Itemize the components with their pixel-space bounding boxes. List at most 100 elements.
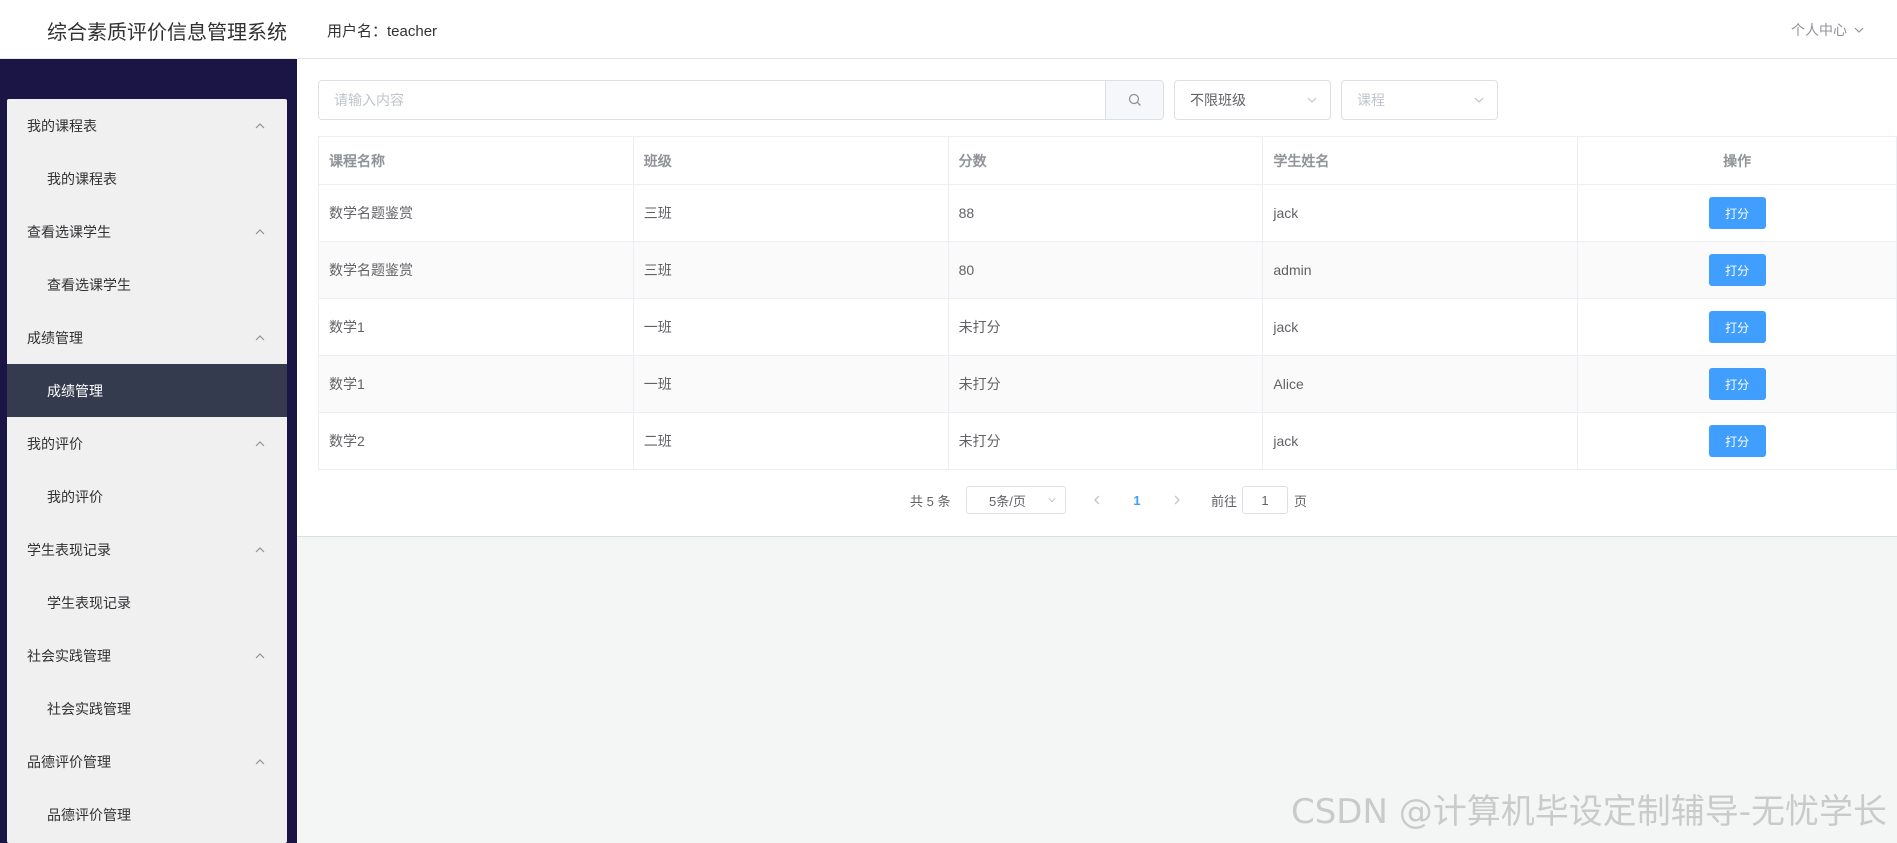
personal-center-label: 个人中心 (1791, 22, 1847, 38)
page-unit-label: 页 (1294, 493, 1308, 509)
score-button[interactable]: 打分 (1708, 425, 1766, 457)
menu-group-label: 我的课程表 (27, 117, 97, 134)
search-icon (1128, 93, 1141, 106)
chevron-down-icon (1854, 27, 1864, 33)
student-cell: jack (1263, 299, 1579, 356)
score-button[interactable]: 打分 (1708, 254, 1766, 286)
page-number-current[interactable]: 1 (1127, 486, 1147, 514)
search-input[interactable] (319, 81, 1105, 119)
menu-group-label: 我的评价 (27, 435, 83, 452)
class-cell: 二班 (633, 413, 949, 470)
menu-group-social-practice[interactable]: 社会实践管理 (7, 629, 287, 682)
menu-group-moral[interactable]: 品德评价管理 (7, 735, 287, 788)
table-row: 数学1 一班 未打分 Alice 打分 (319, 356, 1897, 413)
action-cell: 打分 (1578, 242, 1897, 299)
table-header-row: 课程名称 班级 分数 学生姓名 操作 (319, 137, 1897, 185)
class-cell: 三班 (633, 185, 949, 242)
pagination: 共 5 条 5条/页 1 前往 1 页 (297, 486, 1897, 514)
app-title: 综合素质评价信息管理系统 (47, 22, 287, 44)
menu-group-performance[interactable]: 学生表现记录 (7, 523, 287, 576)
menu-group-label: 学生表现记录 (27, 541, 111, 558)
watermark: CSDN @计算机毕设定制辅导-无忧学长 (1290, 792, 1887, 832)
main-panel: 不限班级 课程 课程名称 班级 分数 学生姓名 操作 数学名题鉴赏 三班 88 … (297, 59, 1897, 537)
page-size-value: 5条/页 (989, 493, 1026, 509)
course-cell: 数学1 (319, 299, 634, 356)
table-row: 数学名题鉴赏 三班 80 admin 打分 (319, 242, 1897, 299)
student-cell: admin (1263, 242, 1579, 299)
table-row: 数学1 一班 未打分 jack 打分 (319, 299, 1897, 356)
column-header: 操作 (1578, 137, 1897, 185)
course-cell: 数学1 (319, 356, 634, 413)
sidebar-item-performance[interactable]: 学生表现记录 (7, 576, 287, 629)
course-select[interactable]: 课程 (1341, 80, 1498, 120)
score-cell: 未打分 (948, 356, 1264, 413)
course-select-placeholder: 课程 (1357, 92, 1385, 108)
chevron-right-icon (1174, 495, 1180, 505)
menu-group-students[interactable]: 查看选课学生 (7, 205, 287, 258)
personal-center-menu[interactable]: 个人中心 (1791, 20, 1865, 40)
prev-page-button[interactable] (1087, 486, 1107, 514)
page-jump-input[interactable]: 1 (1242, 486, 1288, 514)
class-cell: 一班 (633, 356, 949, 413)
column-header: 学生姓名 (1263, 137, 1579, 185)
sidebar-item-schedule[interactable]: 我的课程表 (7, 152, 287, 205)
pagination-total: 共 5 条 (910, 493, 951, 509)
score-cell: 未打分 (948, 299, 1264, 356)
sidebar-menu: 我的课程表 我的课程表 查看选课学生 查看选课学生 成绩管理 成绩管理 我的评价… (7, 99, 287, 843)
chevron-up-icon (253, 649, 267, 663)
chevron-left-icon (1094, 495, 1100, 505)
action-cell: 打分 (1578, 413, 1897, 470)
chevron-down-icon (1474, 97, 1484, 103)
chevron-down-icon (1307, 97, 1317, 103)
sidebar-item-my-evaluation[interactable]: 我的评价 (7, 470, 287, 523)
username-label: 用户名：teacher (327, 23, 438, 40)
student-cell: jack (1263, 413, 1579, 470)
chevron-up-icon (253, 437, 267, 451)
next-page-button[interactable] (1167, 486, 1187, 514)
score-button[interactable]: 打分 (1708, 311, 1766, 343)
course-cell: 数学名题鉴赏 (319, 242, 634, 299)
menu-group-label: 社会实践管理 (27, 647, 111, 664)
class-cell: 三班 (633, 242, 949, 299)
menu-group-label: 品德评价管理 (27, 753, 111, 770)
table-row: 数学名题鉴赏 三班 88 jack 打分 (319, 185, 1897, 242)
menu-group-label: 成绩管理 (27, 329, 83, 346)
search-button[interactable] (1105, 81, 1163, 119)
search-bar (318, 80, 1164, 120)
course-cell: 数学名题鉴赏 (319, 185, 634, 242)
class-select-value: 不限班级 (1190, 92, 1246, 108)
sidebar-item-social-practice[interactable]: 社会实践管理 (7, 682, 287, 735)
column-header: 班级 (633, 137, 949, 185)
goto-label: 前往 (1211, 493, 1238, 509)
grades-table: 课程名称 班级 分数 学生姓名 操作 数学名题鉴赏 三班 88 jack 打分 … (318, 136, 1897, 470)
score-cell: 80 (948, 242, 1264, 299)
chevron-up-icon (253, 543, 267, 557)
sidebar-item-moral[interactable]: 品德评价管理 (7, 788, 287, 841)
course-cell: 数学2 (319, 413, 634, 470)
chevron-up-icon (253, 225, 267, 239)
menu-group-label: 查看选课学生 (27, 223, 111, 240)
column-header: 分数 (948, 137, 1264, 185)
chevron-up-icon (253, 331, 267, 345)
sidebar-item-grades[interactable]: 成绩管理 (7, 364, 287, 417)
class-cell: 一班 (633, 299, 949, 356)
action-cell: 打分 (1578, 299, 1897, 356)
action-cell: 打分 (1578, 185, 1897, 242)
score-button[interactable]: 打分 (1708, 197, 1766, 229)
student-cell: Alice (1263, 356, 1579, 413)
action-cell: 打分 (1578, 356, 1897, 413)
score-cell: 88 (948, 185, 1264, 242)
column-header: 课程名称 (319, 137, 634, 185)
chevron-up-icon (253, 755, 267, 769)
class-select[interactable]: 不限班级 (1174, 80, 1331, 120)
menu-group-grades[interactable]: 成绩管理 (7, 311, 287, 364)
table-row: 数学2 二班 未打分 jack 打分 (319, 413, 1897, 470)
chevron-up-icon (253, 119, 267, 133)
score-button[interactable]: 打分 (1708, 368, 1766, 400)
sidebar-item-students[interactable]: 查看选课学生 (7, 258, 287, 311)
top-header: 综合素质评价信息管理系统 用户名：teacher 个人中心 (0, 0, 1897, 59)
menu-group-my-evaluation[interactable]: 我的评价 (7, 417, 287, 470)
menu-group-schedule[interactable]: 我的课程表 (7, 99, 287, 152)
page-size-select[interactable]: 5条/页 (966, 486, 1066, 514)
score-cell: 未打分 (948, 413, 1264, 470)
